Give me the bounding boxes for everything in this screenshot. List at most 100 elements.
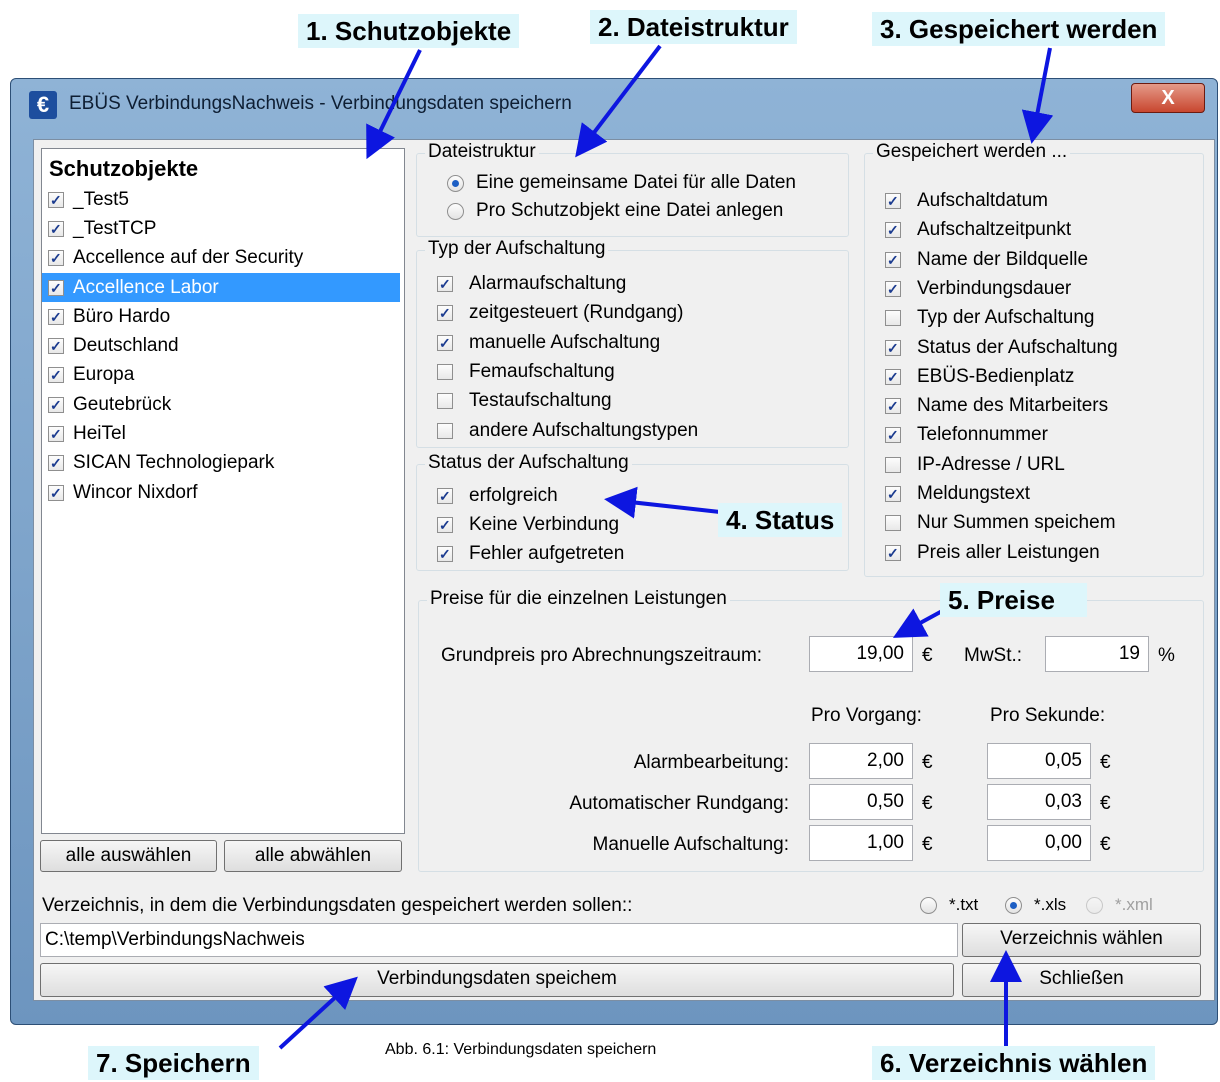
checkbox[interactable] (437, 546, 453, 562)
checkbox[interactable] (48, 338, 64, 355)
schutzobjekt-item[interactable]: _TestTCP (42, 214, 404, 243)
deselect-all-button[interactable]: alle abwählen (224, 840, 402, 872)
checkbox-row[interactable]: andere Aufschaltungstypen (437, 418, 698, 444)
checkbox[interactable] (437, 488, 453, 504)
checkbox-row[interactable]: Verbindungsdauer (885, 276, 1071, 302)
checkbox-row[interactable]: Femaufschaltung (437, 359, 615, 385)
save-data-button[interactable]: Verbindungsdaten speichem (40, 963, 954, 997)
checkbox-row[interactable]: EBÜS-Bedienplatz (885, 364, 1074, 390)
checkbox-row[interactable]: Alarmaufschaltung (437, 271, 626, 297)
checkbox[interactable] (885, 515, 901, 532)
pro-vorgang-input[interactable]: 1,00 (809, 825, 913, 861)
checkbox-row[interactable]: Meldungstext (885, 481, 1030, 507)
radio-indicator[interactable] (920, 896, 937, 914)
checkbox-row[interactable]: erfolgreich (437, 483, 558, 509)
checkbox-row[interactable]: manuelle Aufschaltung (437, 330, 660, 356)
checkbox[interactable] (48, 484, 64, 501)
checkbox[interactable] (885, 368, 901, 385)
schutzobjekt-item[interactable]: Europa (42, 361, 404, 390)
format-xls-radio[interactable]: *.xls (1005, 892, 1066, 918)
col-pro-sekunde: Pro Sekunde: (990, 705, 1106, 726)
mwst-input[interactable]: 19 (1045, 636, 1149, 672)
checkbox-label: manuelle Aufschaltung (469, 331, 661, 353)
checkbox[interactable] (885, 427, 901, 444)
schutzobjekt-item[interactable]: _Test5 (42, 185, 404, 214)
checkbox[interactable] (885, 456, 901, 473)
checkbox[interactable] (437, 363, 453, 380)
radio-label: Eine gemeinsame Datei für alle Daten (476, 172, 797, 193)
pro-sekunde-input[interactable]: 0,05 (987, 743, 1091, 779)
checkbox[interactable] (885, 193, 901, 209)
checkbox-row[interactable]: Aufschaltdatum (885, 188, 1048, 214)
preis-row-label: Alarmbearbeitung: (633, 752, 789, 773)
checkbox[interactable] (437, 422, 453, 439)
schutzobjekt-item[interactable]: Deutschland (42, 331, 404, 360)
checkbox[interactable] (885, 280, 901, 297)
checkbox[interactable] (48, 191, 64, 208)
checkbox-row[interactable]: Telefonnummer (885, 422, 1048, 448)
close-button[interactable]: Schließen (962, 963, 1201, 997)
schutzobjekt-item[interactable]: Büro Hardo (42, 302, 404, 331)
checkbox[interactable] (885, 222, 901, 239)
checkbox[interactable] (885, 339, 901, 356)
close-window-button[interactable]: X (1131, 83, 1205, 113)
checkbox[interactable] (48, 426, 64, 443)
checkbox[interactable] (885, 398, 901, 415)
checkbox[interactable] (48, 250, 64, 267)
checkbox-row[interactable]: IP-Adresse / URL (885, 452, 1065, 478)
pro-vorgang-input[interactable]: 2,00 (809, 743, 913, 779)
directory-path-input[interactable]: C:\temp\VerbindungsNachweis (40, 923, 958, 957)
checkbox-row[interactable]: Name der Bildquelle (885, 247, 1088, 273)
pro-sekunde-input[interactable]: 0,03 (987, 784, 1091, 820)
checkbox-row[interactable]: Keine Verbindung (437, 512, 619, 538)
choose-directory-button[interactable]: Verzeichnis wählen (962, 923, 1201, 957)
checkbox-row[interactable]: Preis aller Leistungen (885, 540, 1100, 566)
checkbox[interactable] (48, 396, 64, 413)
schutzobjekte-list[interactable]: Schutzobjekte _Test5 _TestTCP Accellence a… (41, 148, 405, 834)
checkbox-row[interactable]: Typ der Aufschaltung (885, 305, 1094, 331)
pro-vorgang-input[interactable]: 0,50 (809, 784, 913, 820)
radio-indicator[interactable] (447, 174, 464, 192)
checkbox[interactable] (885, 251, 901, 268)
schutzobjekt-item[interactable]: SICAN Technologiepark (42, 449, 404, 478)
checkbox-row[interactable]: zeitgesteuert (Rundgang) (437, 300, 683, 326)
checkbox[interactable] (437, 334, 453, 351)
radio-pro-schutzobjekt[interactable]: Pro Schutzobjekt eine Datei anlegen (447, 198, 783, 224)
schutzobjekt-item[interactable]: Wincor Nixdorf (42, 478, 404, 507)
schutzobjekt-item[interactable]: Accellence Labor (42, 272, 400, 303)
directory-label: Verzeichnis, in dem die Verbindungsdaten… (42, 895, 633, 916)
gespeichert-group: Gespeichert werden ... Aufschaltdatum Auf… (864, 141, 1204, 577)
checkbox[interactable] (48, 279, 64, 296)
pro-sekunde-input[interactable]: 0,00 (987, 825, 1091, 861)
checkbox[interactable] (437, 305, 453, 322)
select-all-button[interactable]: alle auswählen (40, 840, 217, 872)
grundpreis-input[interactable]: 19,00 (809, 636, 913, 672)
checkbox-label: erfolgreich (469, 485, 558, 506)
radio-label: *.xls (1034, 895, 1067, 914)
schutzobjekt-item[interactable]: Geutebrück (42, 390, 404, 419)
checkbox-label: Keine Verbindung (469, 514, 620, 535)
checkbox[interactable] (437, 517, 453, 533)
checkbox-row[interactable]: Testaufschaltung (437, 388, 612, 414)
radio-indicator[interactable] (1005, 896, 1022, 914)
schutzobjekt-item[interactable]: Accellence auf der Security (42, 244, 404, 273)
checkbox-row[interactable]: Fehler aufgetreten (437, 541, 624, 567)
checkbox[interactable] (437, 276, 453, 292)
checkbox[interactable] (48, 455, 64, 472)
checkbox[interactable] (48, 308, 64, 325)
radio-indicator[interactable] (447, 202, 464, 220)
checkbox-row[interactable]: Nur Summen speichem (885, 510, 1116, 536)
radio-gemeinsame-datei[interactable]: Eine gemeinsame Datei für alle Daten (447, 170, 796, 196)
checkbox-row[interactable]: Name des Mitarbeiters (885, 393, 1108, 419)
checkbox[interactable] (48, 220, 64, 237)
item-label: _TestTCP (73, 217, 157, 239)
checkbox-row[interactable]: Status der Aufschaltung (885, 335, 1118, 361)
checkbox[interactable] (885, 486, 901, 502)
schutzobjekt-item[interactable]: HeiTel (42, 419, 404, 448)
checkbox[interactable] (48, 367, 64, 384)
checkbox-row[interactable]: Aufschaltzeitpunkt (885, 217, 1071, 243)
checkbox[interactable] (885, 544, 901, 561)
checkbox[interactable] (885, 310, 901, 327)
format-txt-radio[interactable]: *.txt (920, 892, 978, 918)
checkbox[interactable] (437, 393, 453, 410)
